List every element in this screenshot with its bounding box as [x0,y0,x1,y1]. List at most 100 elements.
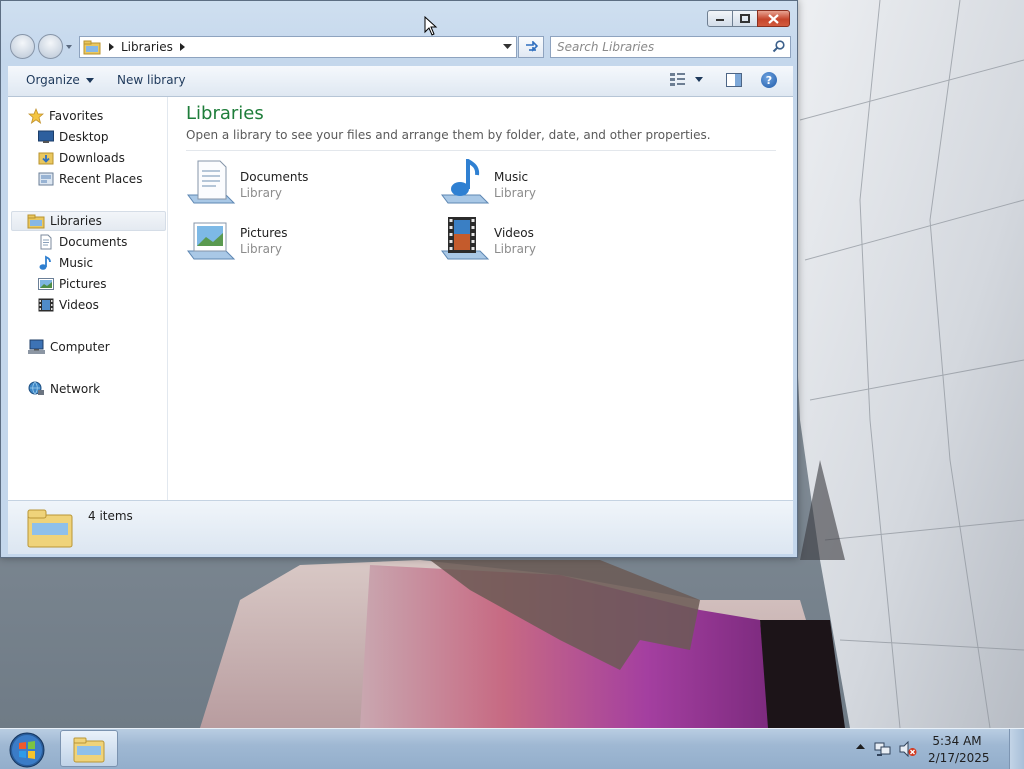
chevron-down-icon [85,77,94,83]
desktop-icon [38,130,54,143]
library-kind: Library [494,242,536,256]
search-input[interactable] [557,39,762,55]
library-kind: Library [240,242,282,256]
content-pane: Libraries Open a library to see your fil… [168,97,793,500]
nav-recent-places[interactable]: Recent Places [38,169,142,189]
library-item-music[interactable]: Music Library [440,159,680,207]
windows-explorer-icon [73,737,105,762]
address-bar[interactable]: Libraries [79,36,517,58]
nav-recent-places-label: Recent Places [59,172,143,186]
libraries-folder-icon [27,509,73,548]
nav-computer-label: Computer [50,340,110,354]
taskbar-explorer-button[interactable] [60,730,118,767]
details-pane: 4 items [8,500,793,554]
nav-documents-label: Documents [59,235,128,249]
library-item-videos[interactable]: Videos Library [440,215,680,263]
recent-places-icon [38,172,54,186]
pictures-icon [38,278,54,290]
minimize-icon [716,18,724,21]
clock-date[interactable]: 2/17/2025 [928,751,990,765]
recent-pages-dropdown-icon[interactable] [65,43,73,51]
minimize-button[interactable] [707,10,733,27]
navigation-pane: Favorites Desktop Downloads Recent Place… [8,97,168,500]
restore-icon [740,14,750,23]
system-tray: 5:34 AM 2/17/2025 [854,729,1024,769]
library-item-pictures[interactable]: Pictures Library [186,215,426,263]
organize-label: Organize [26,73,80,87]
command-bar: Organize New library ? [8,66,793,97]
network-icon [28,381,44,395]
address-dropdown-icon[interactable] [503,43,512,50]
history-buttons [10,34,72,60]
network-status-icon[interactable] [874,741,892,757]
library-name: Pictures [240,226,288,240]
nav-music[interactable]: Music [38,253,93,273]
search-icon[interactable] [772,40,785,53]
nav-videos[interactable]: Videos [38,295,99,315]
breadcrumb-arrow-icon[interactable] [179,43,185,51]
nav-network-label: Network [50,382,101,396]
nav-downloads-label: Downloads [59,151,125,165]
mouse-cursor-icon [424,16,438,36]
library-kind: Library [240,186,282,200]
videos-icon [38,298,54,312]
forward-button[interactable] [38,34,63,59]
nav-desktop-label: Desktop [59,130,109,144]
nav-libraries[interactable]: Libraries [11,211,166,231]
pictures-library-icon [187,222,236,260]
show-hidden-icons-icon[interactable] [856,743,865,751]
library-name: Music [494,170,529,184]
page-title: Libraries [186,103,264,124]
start-button[interactable] [7,731,47,769]
nav-documents[interactable]: Documents [38,232,127,252]
nav-computer[interactable]: Computer [28,337,110,357]
close-button[interactable] [757,10,790,27]
library-name: Documents [240,170,309,184]
nav-favorites[interactable]: Favorites [28,106,103,126]
page-subtitle: Open a library to see your files and arr… [186,128,711,142]
star-icon [28,108,44,124]
breadcrumb-arrow-icon[interactable] [109,43,114,51]
music-icon [39,255,51,270]
library-item-documents[interactable]: Documents Library [186,159,426,207]
refresh-button[interactable] [518,36,544,58]
documents-library-icon [187,160,236,204]
view-details-icon [670,73,685,86]
nav-music-label: Music [59,256,94,270]
libraries-folder-icon [83,40,101,55]
nav-network[interactable]: Network [28,379,100,399]
documents-icon [40,234,52,250]
help-icon[interactable]: ? [761,72,777,88]
maximize-button[interactable] [732,10,758,27]
library-name: Videos [494,226,534,240]
close-icon [768,13,779,24]
show-desktop-button[interactable] [1009,729,1024,769]
explorer-window: Libraries Organize New library [0,0,798,558]
breadcrumb-libraries[interactable]: Libraries [121,40,173,54]
nav-favorites-label: Favorites [49,109,104,123]
preview-pane-icon[interactable] [726,73,742,87]
new-library-button[interactable]: New library [117,73,186,87]
taskbar: 5:34 AM 2/17/2025 [0,728,1024,769]
caption-buttons [707,10,790,27]
computer-icon [28,339,45,354]
nav-videos-label: Videos [59,298,99,312]
volume-muted-icon[interactable] [899,741,917,757]
music-library-icon [441,159,490,204]
change-view-button[interactable] [670,72,703,86]
libraries-icon [27,214,45,229]
nav-downloads[interactable]: Downloads [38,148,125,168]
chevron-down-icon [695,76,703,82]
back-button[interactable] [10,34,35,59]
nav-pictures[interactable]: Pictures [38,274,107,294]
nav-desktop[interactable]: Desktop [38,127,109,147]
clock-time[interactable]: 5:34 AM [928,734,986,748]
search-box [550,36,791,58]
videos-library-icon [441,217,490,260]
item-count: 4 items [88,509,133,523]
downloads-folder-icon [38,152,54,165]
library-kind: Library [494,186,536,200]
nav-pictures-label: Pictures [59,277,107,291]
nav-libraries-label: Libraries [50,214,102,228]
organize-button[interactable]: Organize [26,73,94,87]
